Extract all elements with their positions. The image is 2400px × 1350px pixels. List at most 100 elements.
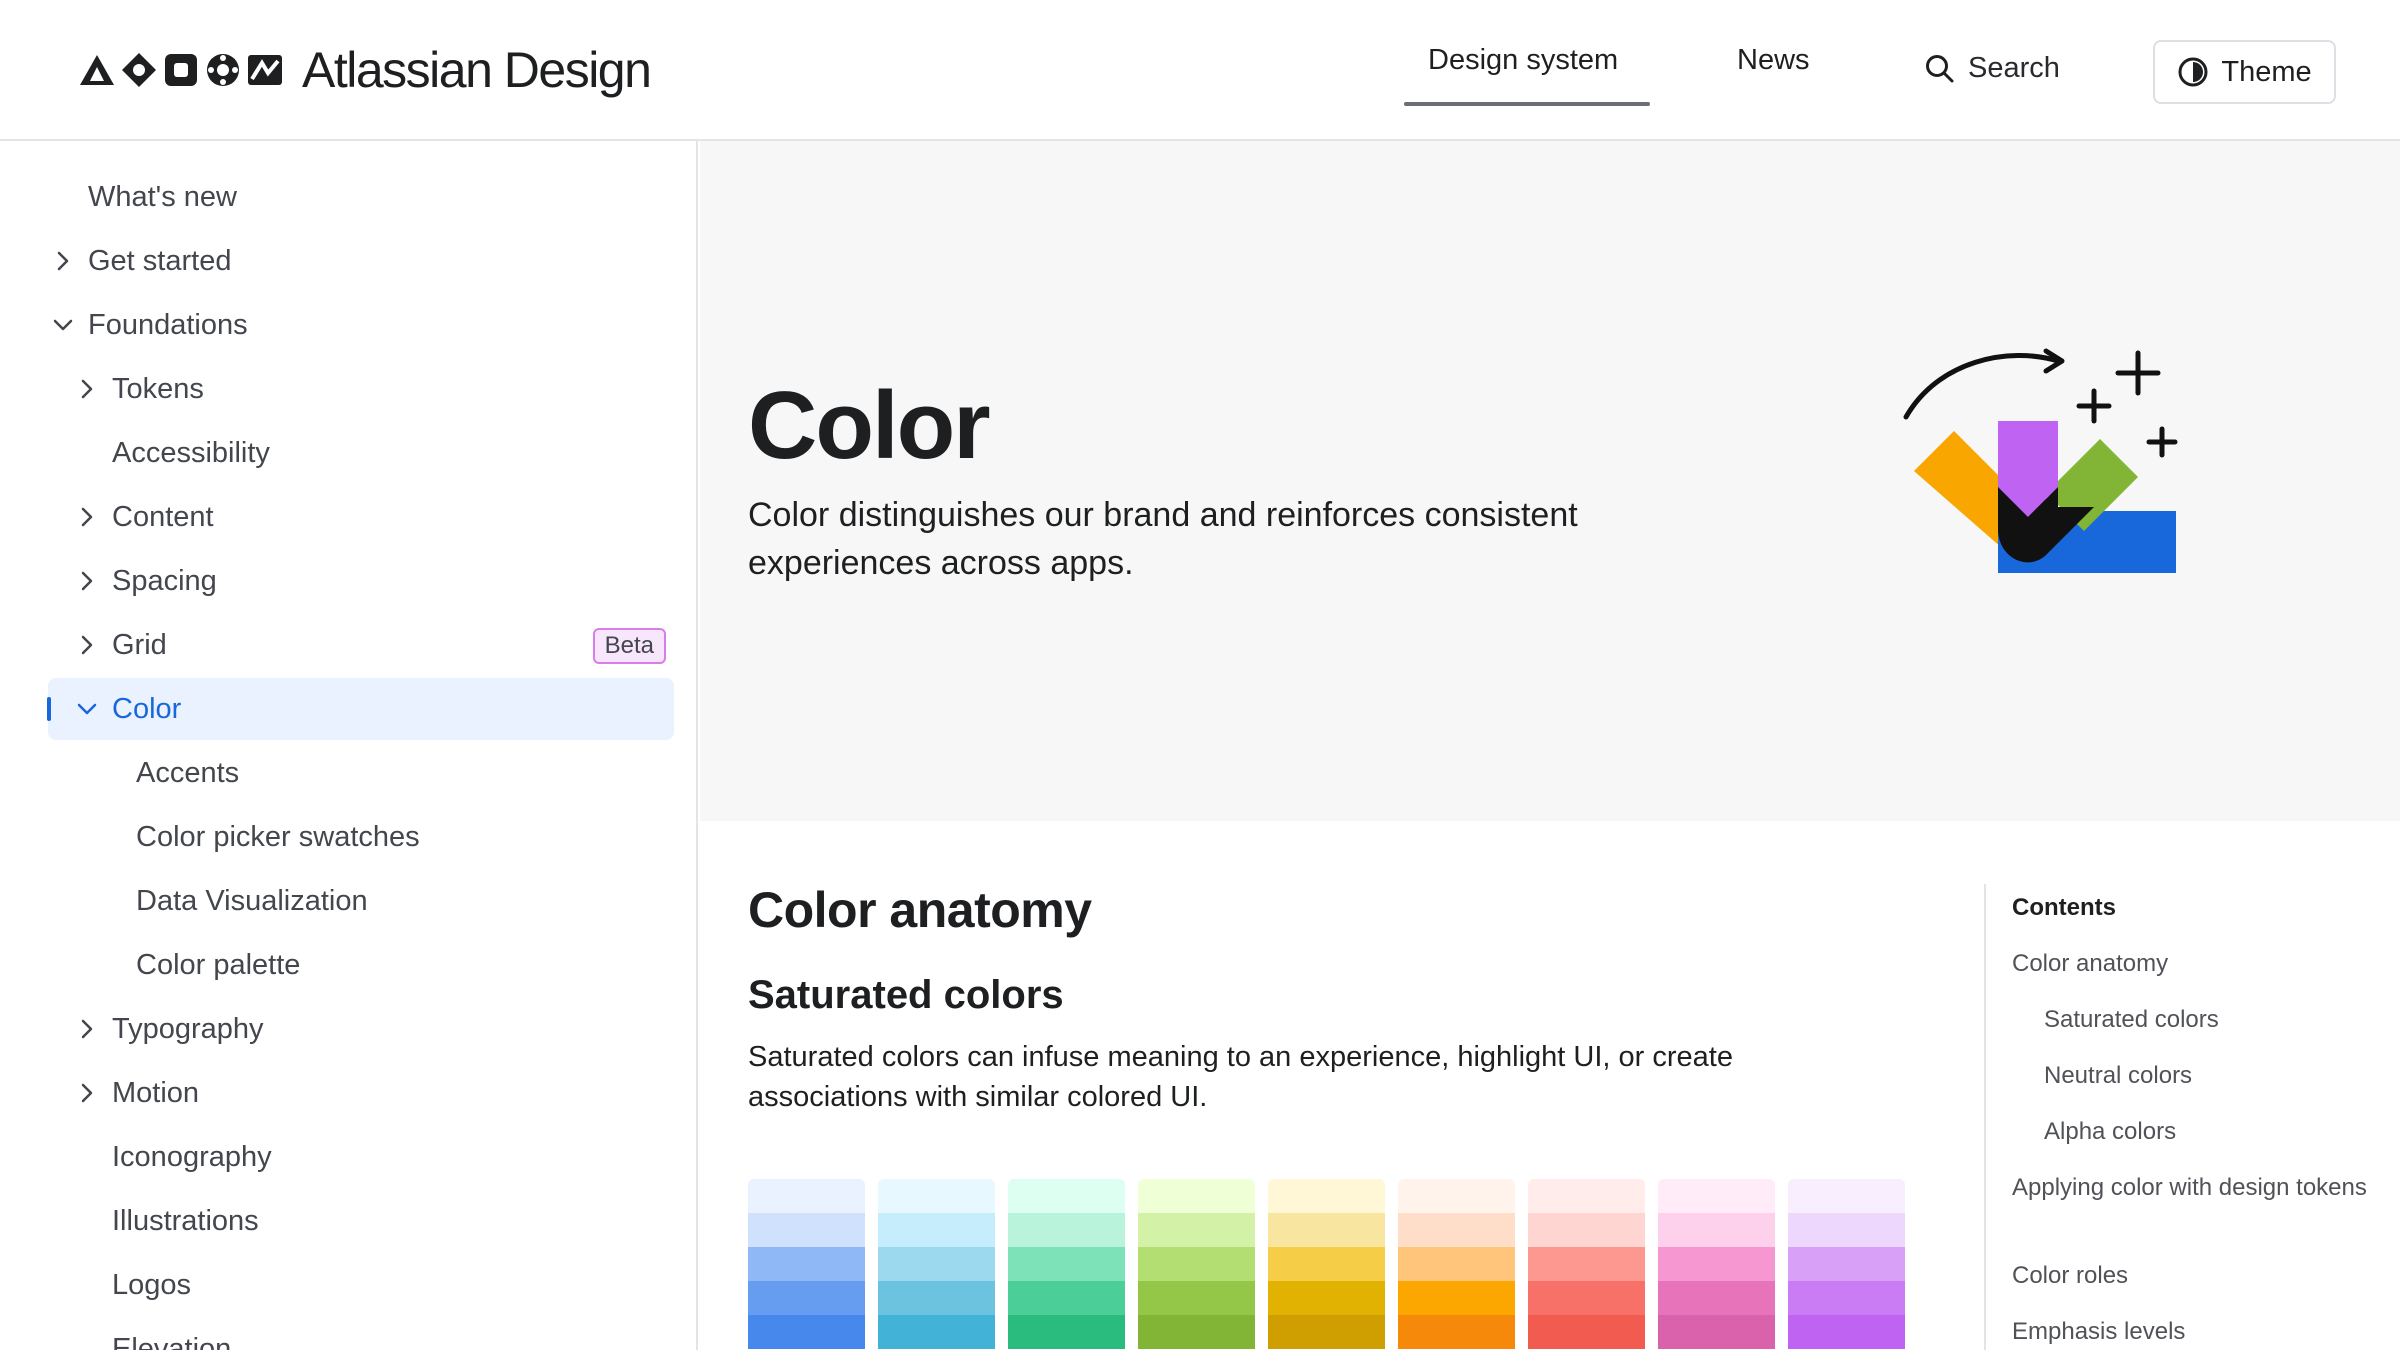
chevron-right-icon[interactable] xyxy=(72,1014,102,1044)
swatch-teal-2 xyxy=(878,1213,995,1247)
swatch-teal-1 xyxy=(878,1179,995,1213)
swatch-orange-3 xyxy=(1398,1247,1515,1281)
logo-triangle-icon xyxy=(80,55,114,85)
sidebar-item-accents[interactable]: Accents xyxy=(48,742,674,804)
nav-news[interactable]: News xyxy=(1737,44,1810,77)
chevron-down-icon[interactable] xyxy=(72,694,102,724)
toc-link[interactable]: Applying color with design tokens xyxy=(2012,1172,2372,1203)
chevron-right-icon[interactable] xyxy=(48,246,78,276)
swatch-lime-3 xyxy=(1138,1247,1255,1281)
color-illustration-icon xyxy=(1903,348,2178,573)
logo-gear-icon xyxy=(207,54,239,86)
chevron-right-icon[interactable] xyxy=(72,566,102,596)
swatch-yellow-2 xyxy=(1268,1213,1385,1247)
swatch-magenta-3 xyxy=(1658,1247,1775,1281)
swatch-yellow-1 xyxy=(1268,1179,1385,1213)
sidebar-item-label: Accessibility xyxy=(112,436,270,469)
swatch-red-2 xyxy=(1528,1213,1645,1247)
brand-name: Atlassian Design xyxy=(302,42,652,98)
swatch-magenta-1 xyxy=(1658,1179,1775,1213)
search-icon xyxy=(1926,54,1954,82)
sidebar-item-foundations[interactable]: Foundations xyxy=(48,294,674,356)
sidebar-item-logos[interactable]: Logos xyxy=(48,1254,674,1316)
page-description: Color distinguishes our brand and reinfo… xyxy=(748,496,1578,582)
theme-button[interactable]: Theme xyxy=(2153,40,2336,104)
swatch-purple-2 xyxy=(1788,1213,1905,1247)
atlassian-design-logo[interactable]: Atlassian Design xyxy=(78,40,652,100)
sidebar-item-color-palette[interactable]: Color palette xyxy=(48,934,674,996)
swatch-green-2 xyxy=(1008,1213,1125,1247)
sidebar-item-typography[interactable]: Typography xyxy=(48,998,674,1060)
toc-title: Contents xyxy=(2012,894,2116,921)
swatch-red-1 xyxy=(1528,1179,1645,1213)
swatch-red-3 xyxy=(1528,1247,1645,1281)
toc-link[interactable]: Color anatomy xyxy=(2012,948,2372,979)
sidebar-item-label: What's new xyxy=(88,180,237,213)
sidebar-item-label: Elevation xyxy=(112,1332,232,1350)
swatch-purple-5 xyxy=(1788,1315,1905,1349)
page-title: Color xyxy=(748,372,991,479)
toc-link[interactable]: Alpha colors xyxy=(2044,1116,2400,1147)
sidebar-item-illustrations[interactable]: Illustrations xyxy=(48,1190,674,1252)
swatch-blue-1 xyxy=(748,1179,865,1213)
swatch-orange-2 xyxy=(1398,1213,1515,1247)
swatch-green-3 xyxy=(1008,1247,1125,1281)
swatch-green-1 xyxy=(1008,1179,1125,1213)
toc-link[interactable]: Emphasis levels xyxy=(2012,1316,2372,1347)
swatch-green-4 xyxy=(1008,1281,1125,1315)
swatch-blue-5 xyxy=(748,1315,865,1349)
search-button[interactable]: Search xyxy=(1924,52,2060,85)
nav-design-system[interactable]: Design system xyxy=(1428,44,1618,77)
table-of-contents: Contents Color anatomy Saturated colors Neu… xyxy=(1984,884,2400,1350)
sidebar-item-data-visualization[interactable]: Data Visualization xyxy=(48,870,674,932)
swatch-orange-1 xyxy=(1398,1179,1515,1213)
swatch-purple-3 xyxy=(1788,1247,1905,1281)
sidebar-item-motion[interactable]: Motion xyxy=(48,1062,674,1124)
sidebar-item-grid[interactable]: Grid Beta xyxy=(48,614,674,676)
toc-link[interactable]: Neutral colors xyxy=(2044,1060,2400,1091)
sidebar-item-label: Iconography xyxy=(112,1140,272,1173)
swatch-column-green xyxy=(1008,1179,1125,1349)
swatch-teal-3 xyxy=(878,1247,995,1281)
swatch-blue-2 xyxy=(748,1213,865,1247)
toc-link[interactable]: Saturated colors xyxy=(2044,1004,2400,1035)
chevron-right-icon[interactable] xyxy=(72,1078,102,1108)
sidebar-item-color[interactable]: Color xyxy=(48,678,674,740)
sidebar-item-color-picker-swatches[interactable]: Color picker swatches xyxy=(48,806,674,868)
sidebar-item-iconography[interactable]: Iconography xyxy=(48,1126,674,1188)
swatch-column-teal xyxy=(878,1179,995,1349)
sidebar-item-label: Color palette xyxy=(136,948,301,981)
swatch-lime-2 xyxy=(1138,1213,1255,1247)
sidebar-item-label: Spacing xyxy=(112,564,217,597)
sidebar-item-label: Grid xyxy=(112,628,167,661)
swatch-orange-5 xyxy=(1398,1315,1515,1349)
sidebar-item-what-s-new[interactable]: What's new xyxy=(48,166,674,228)
sidebar-item-label: Color xyxy=(112,692,182,725)
swatch-magenta-2 xyxy=(1658,1213,1775,1247)
sidebar-item-label: Data Visualization xyxy=(136,884,368,917)
sidebar-item-label: Color picker swatches xyxy=(136,820,420,853)
swatch-teal-5 xyxy=(878,1315,995,1349)
section-paragraph: Saturated colors can infuse meaning to a… xyxy=(748,1041,1733,1113)
swatch-red-4 xyxy=(1528,1281,1645,1315)
swatch-column-purple xyxy=(1788,1179,1905,1349)
chevron-down-icon[interactable] xyxy=(48,310,78,340)
chevron-right-icon[interactable] xyxy=(72,630,102,660)
chevron-right-icon[interactable] xyxy=(72,502,102,532)
sidebar-item-accessibility[interactable]: Accessibility xyxy=(48,422,674,484)
sidebar-item-get-started[interactable]: Get started xyxy=(48,230,674,292)
swatch-lime-1 xyxy=(1138,1179,1255,1213)
swatch-column-blue xyxy=(748,1179,865,1349)
swatch-yellow-3 xyxy=(1268,1247,1385,1281)
sidebar-item-spacing[interactable]: Spacing xyxy=(48,550,674,612)
sidebar-item-elevation[interactable]: Elevation xyxy=(48,1318,674,1350)
logo-diamond-icon xyxy=(122,53,156,87)
top-header: Atlassian Design Design system News Sear… xyxy=(0,0,2400,141)
sidebar-item-label: Content xyxy=(112,500,214,533)
sidebar-item-tokens[interactable]: Tokens xyxy=(48,358,674,420)
swatch-lime-5 xyxy=(1138,1315,1255,1349)
toc-link[interactable]: Color roles xyxy=(2012,1260,2372,1291)
section-heading: Color anatomy xyxy=(748,882,1092,938)
sidebar-item-content[interactable]: Content xyxy=(48,486,674,548)
chevron-right-icon[interactable] xyxy=(72,374,102,404)
